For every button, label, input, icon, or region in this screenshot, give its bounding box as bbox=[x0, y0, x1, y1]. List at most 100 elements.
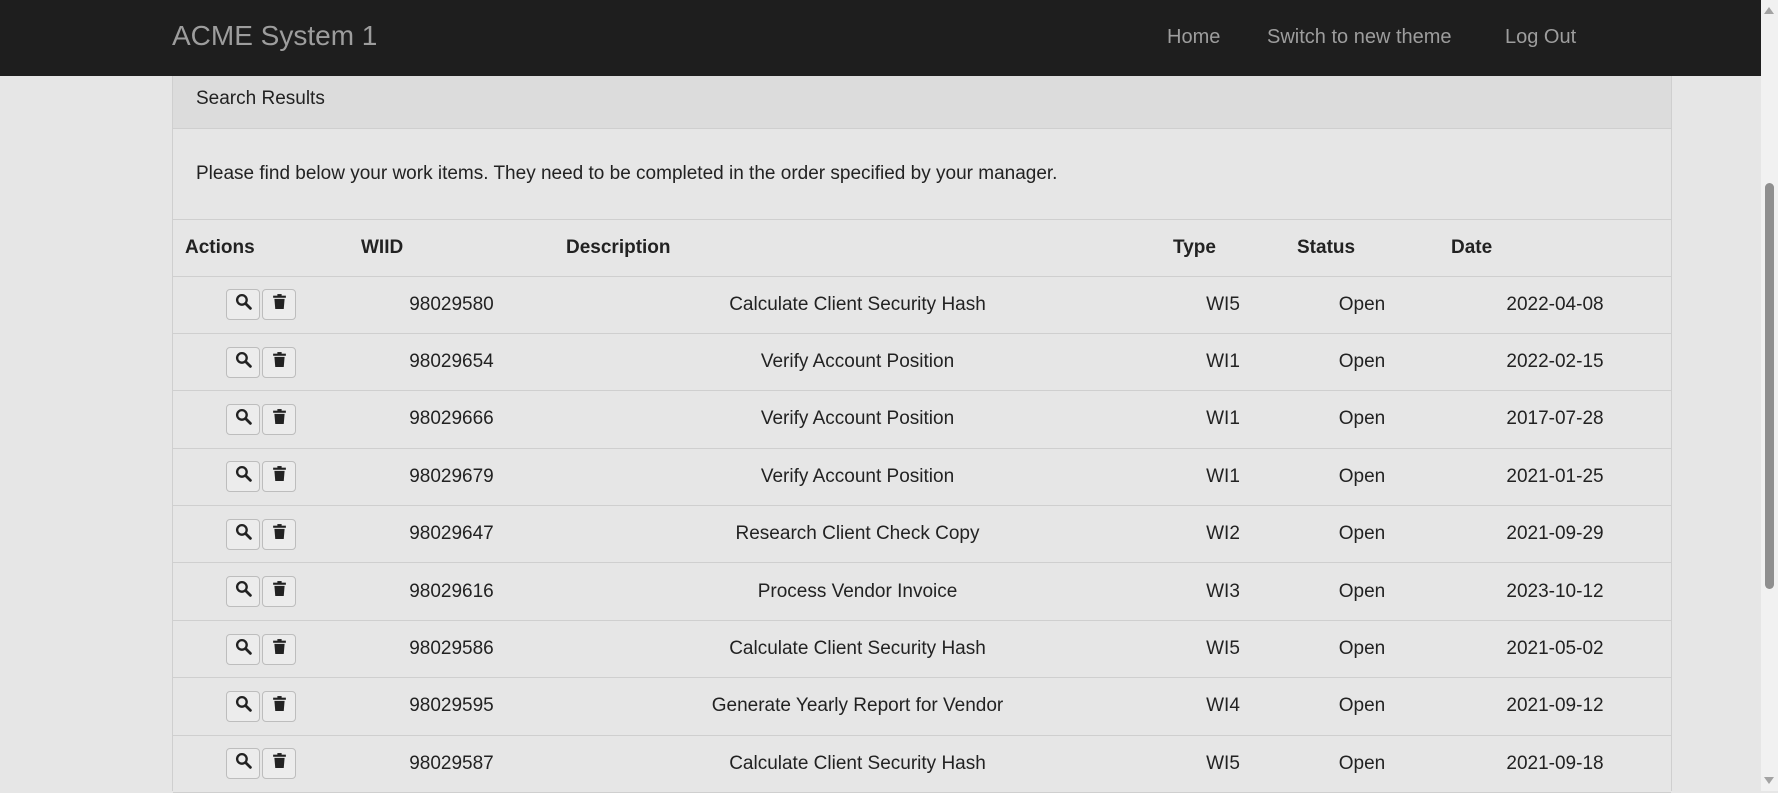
cell-date: 2022-02-15 bbox=[1439, 333, 1671, 392]
trash-icon bbox=[271, 351, 288, 374]
delete-button[interactable] bbox=[262, 403, 296, 435]
panel-heading: Search Results bbox=[173, 76, 1671, 129]
trash-icon bbox=[271, 523, 288, 546]
cell-wiid: 98029580 bbox=[349, 276, 554, 334]
cell-status: Open bbox=[1285, 333, 1439, 392]
row-actions bbox=[173, 562, 349, 621]
search-icon bbox=[235, 351, 252, 374]
view-button[interactable] bbox=[226, 748, 260, 780]
delete-button[interactable] bbox=[262, 346, 296, 378]
cell-wiid: 98029654 bbox=[349, 333, 554, 392]
cell-date: 2021-05-02 bbox=[1439, 620, 1671, 679]
search-icon bbox=[235, 695, 252, 718]
cell-type: WI2 bbox=[1161, 505, 1285, 564]
cell-description: Verify Account Position bbox=[554, 448, 1161, 507]
trash-icon bbox=[271, 752, 288, 775]
delete-button[interactable] bbox=[262, 518, 296, 550]
trash-icon bbox=[271, 408, 288, 431]
cell-wiid: 98029586 bbox=[349, 620, 554, 679]
cell-date: 2021-09-18 bbox=[1439, 735, 1671, 793]
cell-status: Open bbox=[1285, 735, 1439, 793]
cell-description: Calculate Client Security Hash bbox=[554, 735, 1161, 793]
cell-type: WI5 bbox=[1161, 735, 1285, 793]
cell-type: WI5 bbox=[1161, 276, 1285, 334]
cell-type: WI5 bbox=[1161, 620, 1285, 679]
cell-date: 2021-09-12 bbox=[1439, 677, 1671, 736]
search-icon bbox=[235, 293, 252, 316]
scroll-up-arrow-icon[interactable] bbox=[1764, 7, 1774, 14]
cell-wiid: 98029679 bbox=[349, 448, 554, 507]
row-actions bbox=[173, 620, 349, 679]
cell-date: 2022-04-08 bbox=[1439, 276, 1671, 334]
view-button[interactable] bbox=[226, 461, 260, 493]
cell-wiid: 98029616 bbox=[349, 562, 554, 621]
view-button[interactable] bbox=[226, 518, 260, 550]
nav-home-link[interactable]: Home bbox=[1167, 26, 1220, 49]
cell-description: Verify Account Position bbox=[554, 390, 1161, 449]
cell-description: Research Client Check Copy bbox=[554, 505, 1161, 564]
vertical-scrollbar[interactable] bbox=[1761, 0, 1778, 791]
scroll-down-arrow-icon[interactable] bbox=[1764, 777, 1774, 784]
header-description: Description bbox=[554, 220, 1161, 277]
delete-button[interactable] bbox=[262, 289, 296, 321]
row-actions bbox=[173, 505, 349, 564]
table-row: 98029679 Verify Account Position WI1 Open 20… bbox=[173, 448, 1671, 507]
row-actions bbox=[173, 390, 349, 449]
table-row: 98029654 Verify Account Position WI1 Open 20… bbox=[173, 333, 1671, 392]
cell-wiid: 98029666 bbox=[349, 390, 554, 449]
search-icon bbox=[235, 752, 252, 775]
delete-button[interactable] bbox=[262, 576, 296, 608]
delete-button[interactable] bbox=[262, 633, 296, 665]
view-button[interactable] bbox=[226, 403, 260, 435]
cell-wiid: 98029595 bbox=[349, 677, 554, 736]
nav-switch-theme-link[interactable]: Switch to new theme bbox=[1267, 26, 1452, 49]
header-wiid: WIID bbox=[349, 220, 554, 277]
cell-description: Calculate Client Security Hash bbox=[554, 276, 1161, 334]
top-navbar: ACME System 1 Home Switch to new theme L… bbox=[0, 0, 1761, 76]
table-row: 98029666 Verify Account Position WI1 Open 20… bbox=[173, 390, 1671, 449]
cell-status: Open bbox=[1285, 562, 1439, 621]
row-actions bbox=[173, 677, 349, 736]
search-icon bbox=[235, 408, 252, 431]
cell-type: WI1 bbox=[1161, 333, 1285, 392]
delete-button[interactable] bbox=[262, 461, 296, 493]
cell-wiid: 98029587 bbox=[349, 735, 554, 793]
cell-description: Generate Yearly Report for Vendor bbox=[554, 677, 1161, 736]
search-results-panel: Search Results Please find below your wo… bbox=[172, 76, 1672, 793]
header-date: Date bbox=[1439, 220, 1671, 277]
view-button[interactable] bbox=[226, 576, 260, 608]
nav-logout-link[interactable]: Log Out bbox=[1505, 26, 1576, 49]
scroll-thumb[interactable] bbox=[1765, 183, 1774, 589]
view-button[interactable] bbox=[226, 346, 260, 378]
cell-status: Open bbox=[1285, 505, 1439, 564]
cell-date: 2017-07-28 bbox=[1439, 390, 1671, 449]
cell-type: WI1 bbox=[1161, 448, 1285, 507]
trash-icon bbox=[271, 580, 288, 603]
row-actions bbox=[173, 276, 349, 334]
table-row: 98029587 Calculate Client Security Hash WI… bbox=[173, 735, 1671, 793]
brand-title[interactable]: ACME System 1 bbox=[172, 20, 377, 52]
search-icon bbox=[235, 638, 252, 661]
cell-status: Open bbox=[1285, 276, 1439, 334]
cell-status: Open bbox=[1285, 677, 1439, 736]
view-button[interactable] bbox=[226, 289, 260, 321]
table-row: 98029616 Process Vendor Invoice WI3 Open 202… bbox=[173, 562, 1671, 621]
cell-type: WI4 bbox=[1161, 677, 1285, 736]
delete-button[interactable] bbox=[262, 690, 296, 722]
header-type: Type bbox=[1161, 220, 1285, 277]
table-header-row: Actions WIID Description Type Status Dat… bbox=[173, 220, 1671, 277]
search-icon bbox=[235, 465, 252, 488]
view-button[interactable] bbox=[226, 690, 260, 722]
panel-intro: Please find below your work items. They … bbox=[173, 129, 1671, 220]
cell-description: Verify Account Position bbox=[554, 333, 1161, 392]
trash-icon bbox=[271, 695, 288, 718]
work-items-table: Actions WIID Description Type Status Dat… bbox=[173, 220, 1671, 793]
table-row: 98029647 Research Client Check Copy WI2 Ope… bbox=[173, 505, 1671, 564]
delete-button[interactable] bbox=[262, 748, 296, 780]
view-button[interactable] bbox=[226, 633, 260, 665]
search-icon bbox=[235, 523, 252, 546]
cell-status: Open bbox=[1285, 620, 1439, 679]
table-row: 98029586 Calculate Client Security Hash WI… bbox=[173, 620, 1671, 679]
trash-icon bbox=[271, 465, 288, 488]
header-actions: Actions bbox=[173, 220, 349, 277]
